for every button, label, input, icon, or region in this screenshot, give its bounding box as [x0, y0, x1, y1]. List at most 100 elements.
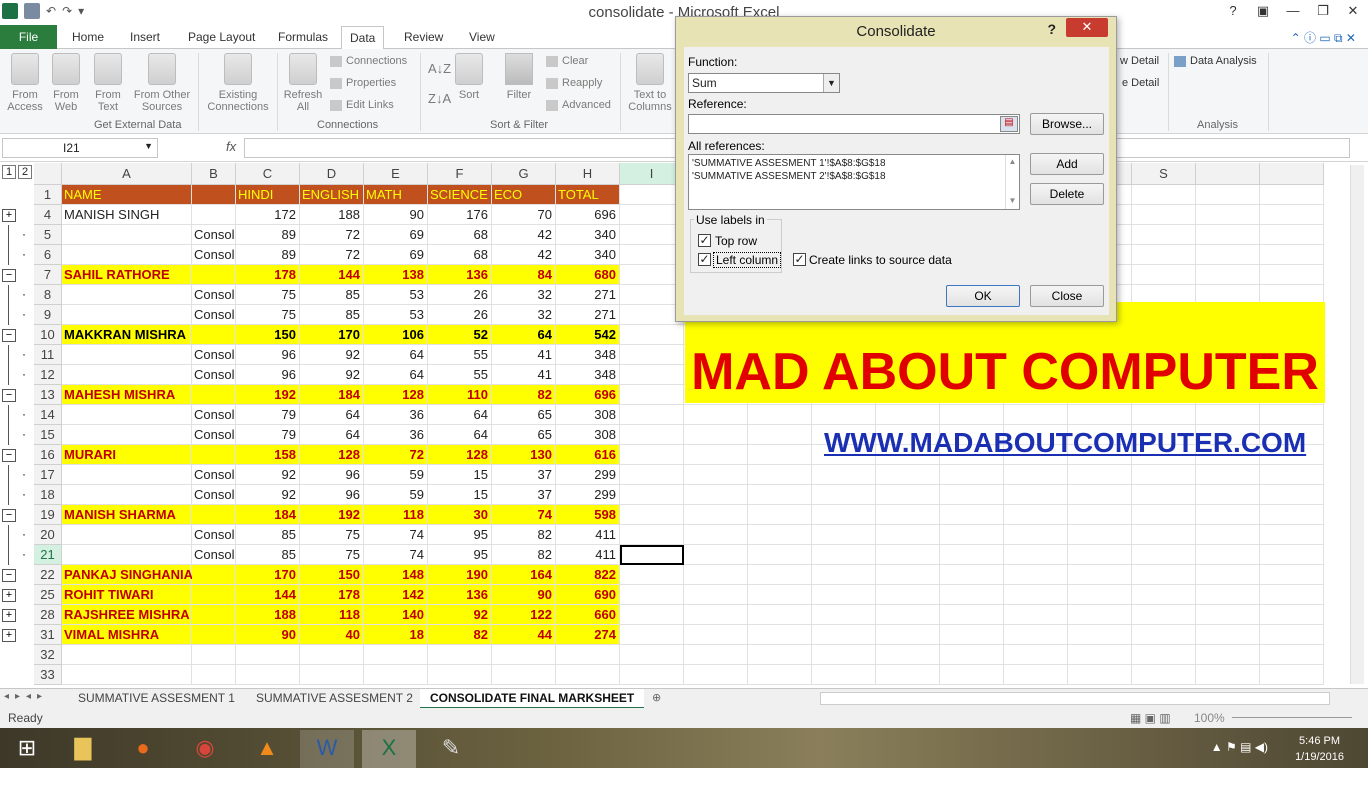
cell[interactable]: 308: [556, 425, 620, 445]
outline-detail-dot[interactable]: ·: [22, 407, 26, 421]
cell[interactable]: [1260, 485, 1324, 505]
cell[interactable]: Consol: [192, 345, 236, 365]
cell[interactable]: [1004, 485, 1068, 505]
header-cell[interactable]: MATH: [364, 185, 428, 205]
cell[interactable]: 64: [428, 425, 492, 445]
cell[interactable]: [812, 525, 876, 545]
cell[interactable]: 72: [300, 245, 364, 265]
outline-detail-dot[interactable]: ·: [22, 307, 26, 321]
cell[interactable]: [192, 325, 236, 345]
from-web-button[interactable]: From Web: [47, 53, 85, 113]
cell[interactable]: 92: [300, 345, 364, 365]
cell[interactable]: [940, 405, 1004, 425]
cell[interactable]: 64: [428, 405, 492, 425]
cell[interactable]: [192, 565, 236, 585]
cell[interactable]: Consol: [192, 245, 236, 265]
cell[interactable]: [1260, 665, 1324, 685]
row-header[interactable]: 31: [34, 625, 62, 645]
zoom-slider[interactable]: [1232, 717, 1352, 718]
cell[interactable]: [940, 465, 1004, 485]
close-button[interactable]: Close: [1030, 285, 1104, 307]
cell[interactable]: [1260, 645, 1324, 665]
cell[interactable]: [940, 625, 1004, 645]
cell[interactable]: [620, 565, 684, 585]
cell[interactable]: 118: [300, 605, 364, 625]
cell[interactable]: [1260, 225, 1324, 245]
cell[interactable]: 59: [364, 485, 428, 505]
column-header[interactable]: D: [300, 163, 364, 185]
from-text-button[interactable]: From Text: [89, 53, 127, 113]
collapse-group-button[interactable]: −: [2, 449, 16, 462]
cell[interactable]: [1260, 205, 1324, 225]
cell[interactable]: [1196, 545, 1260, 565]
properties-button[interactable]: Properties: [330, 77, 396, 89]
help-icon[interactable]: ?: [1218, 0, 1248, 22]
outline-detail-dot[interactable]: ·: [22, 287, 26, 301]
collapse-group-button[interactable]: −: [2, 329, 16, 342]
cell[interactable]: 308: [556, 405, 620, 425]
sheet-tab-assesment-1[interactable]: SUMMATIVE ASSESMENT 1: [68, 689, 245, 709]
cell[interactable]: [236, 665, 300, 685]
row-header[interactable]: 22: [34, 565, 62, 585]
cell[interactable]: [1196, 565, 1260, 585]
cell[interactable]: [940, 485, 1004, 505]
cell[interactable]: [684, 405, 748, 425]
cell[interactable]: [748, 545, 812, 565]
cell[interactable]: [876, 465, 940, 485]
cell[interactable]: [1004, 405, 1068, 425]
cell[interactable]: 75: [300, 525, 364, 545]
cell[interactable]: [62, 525, 192, 545]
cell[interactable]: [748, 405, 812, 425]
cell[interactable]: Consol: [192, 305, 236, 325]
cell[interactable]: [1132, 265, 1196, 285]
row-header[interactable]: 20: [34, 525, 62, 545]
cell[interactable]: [1132, 665, 1196, 685]
cell[interactable]: 130: [492, 445, 556, 465]
cell[interactable]: [1068, 665, 1132, 685]
cell[interactable]: 32: [492, 305, 556, 325]
refresh-all-button[interactable]: Refresh All: [282, 53, 324, 113]
tab-insert[interactable]: Insert: [124, 28, 166, 46]
cell[interactable]: [748, 525, 812, 545]
cell[interactable]: [1004, 665, 1068, 685]
row-header[interactable]: 14: [34, 405, 62, 425]
row-header[interactable]: 5: [34, 225, 62, 245]
name-cell[interactable]: MAHESH MISHRA: [62, 385, 192, 405]
cell[interactable]: [1196, 525, 1260, 545]
cell[interactable]: [1004, 565, 1068, 585]
cell[interactable]: 172: [236, 205, 300, 225]
cell[interactable]: [748, 505, 812, 525]
cell[interactable]: 64: [300, 405, 364, 425]
cell[interactable]: [1068, 625, 1132, 645]
cell[interactable]: 85: [300, 285, 364, 305]
cell[interactable]: [1260, 265, 1324, 285]
cell[interactable]: Consol: [192, 525, 236, 545]
cell[interactable]: 138: [364, 265, 428, 285]
cell[interactable]: [1196, 585, 1260, 605]
cell[interactable]: [1196, 225, 1260, 245]
column-header[interactable]: [1196, 163, 1260, 185]
column-header[interactable]: E: [364, 163, 428, 185]
cell[interactable]: 69: [364, 225, 428, 245]
cell[interactable]: 92: [428, 605, 492, 625]
cell[interactable]: 170: [300, 325, 364, 345]
cell[interactable]: 52: [428, 325, 492, 345]
cell[interactable]: 271: [556, 305, 620, 325]
cell[interactable]: [192, 645, 236, 665]
row-header[interactable]: 25: [34, 585, 62, 605]
collapse-group-button[interactable]: −: [2, 569, 16, 582]
left-column-checkbox[interactable]: ✓: [698, 253, 711, 266]
cell[interactable]: [812, 605, 876, 625]
cell[interactable]: 64: [300, 425, 364, 445]
left-column-label[interactable]: Left column: [713, 252, 782, 268]
cell[interactable]: [62, 425, 192, 445]
expand-group-button[interactable]: +: [2, 209, 16, 222]
cell[interactable]: [1260, 625, 1324, 645]
cell[interactable]: Consol: [192, 425, 236, 445]
cell[interactable]: [620, 345, 684, 365]
cell[interactable]: [620, 385, 684, 405]
row-header[interactable]: 10: [34, 325, 62, 345]
text-to-columns-button[interactable]: Text to Columns: [626, 53, 674, 113]
cell[interactable]: [1068, 405, 1132, 425]
cell[interactable]: 89: [236, 245, 300, 265]
